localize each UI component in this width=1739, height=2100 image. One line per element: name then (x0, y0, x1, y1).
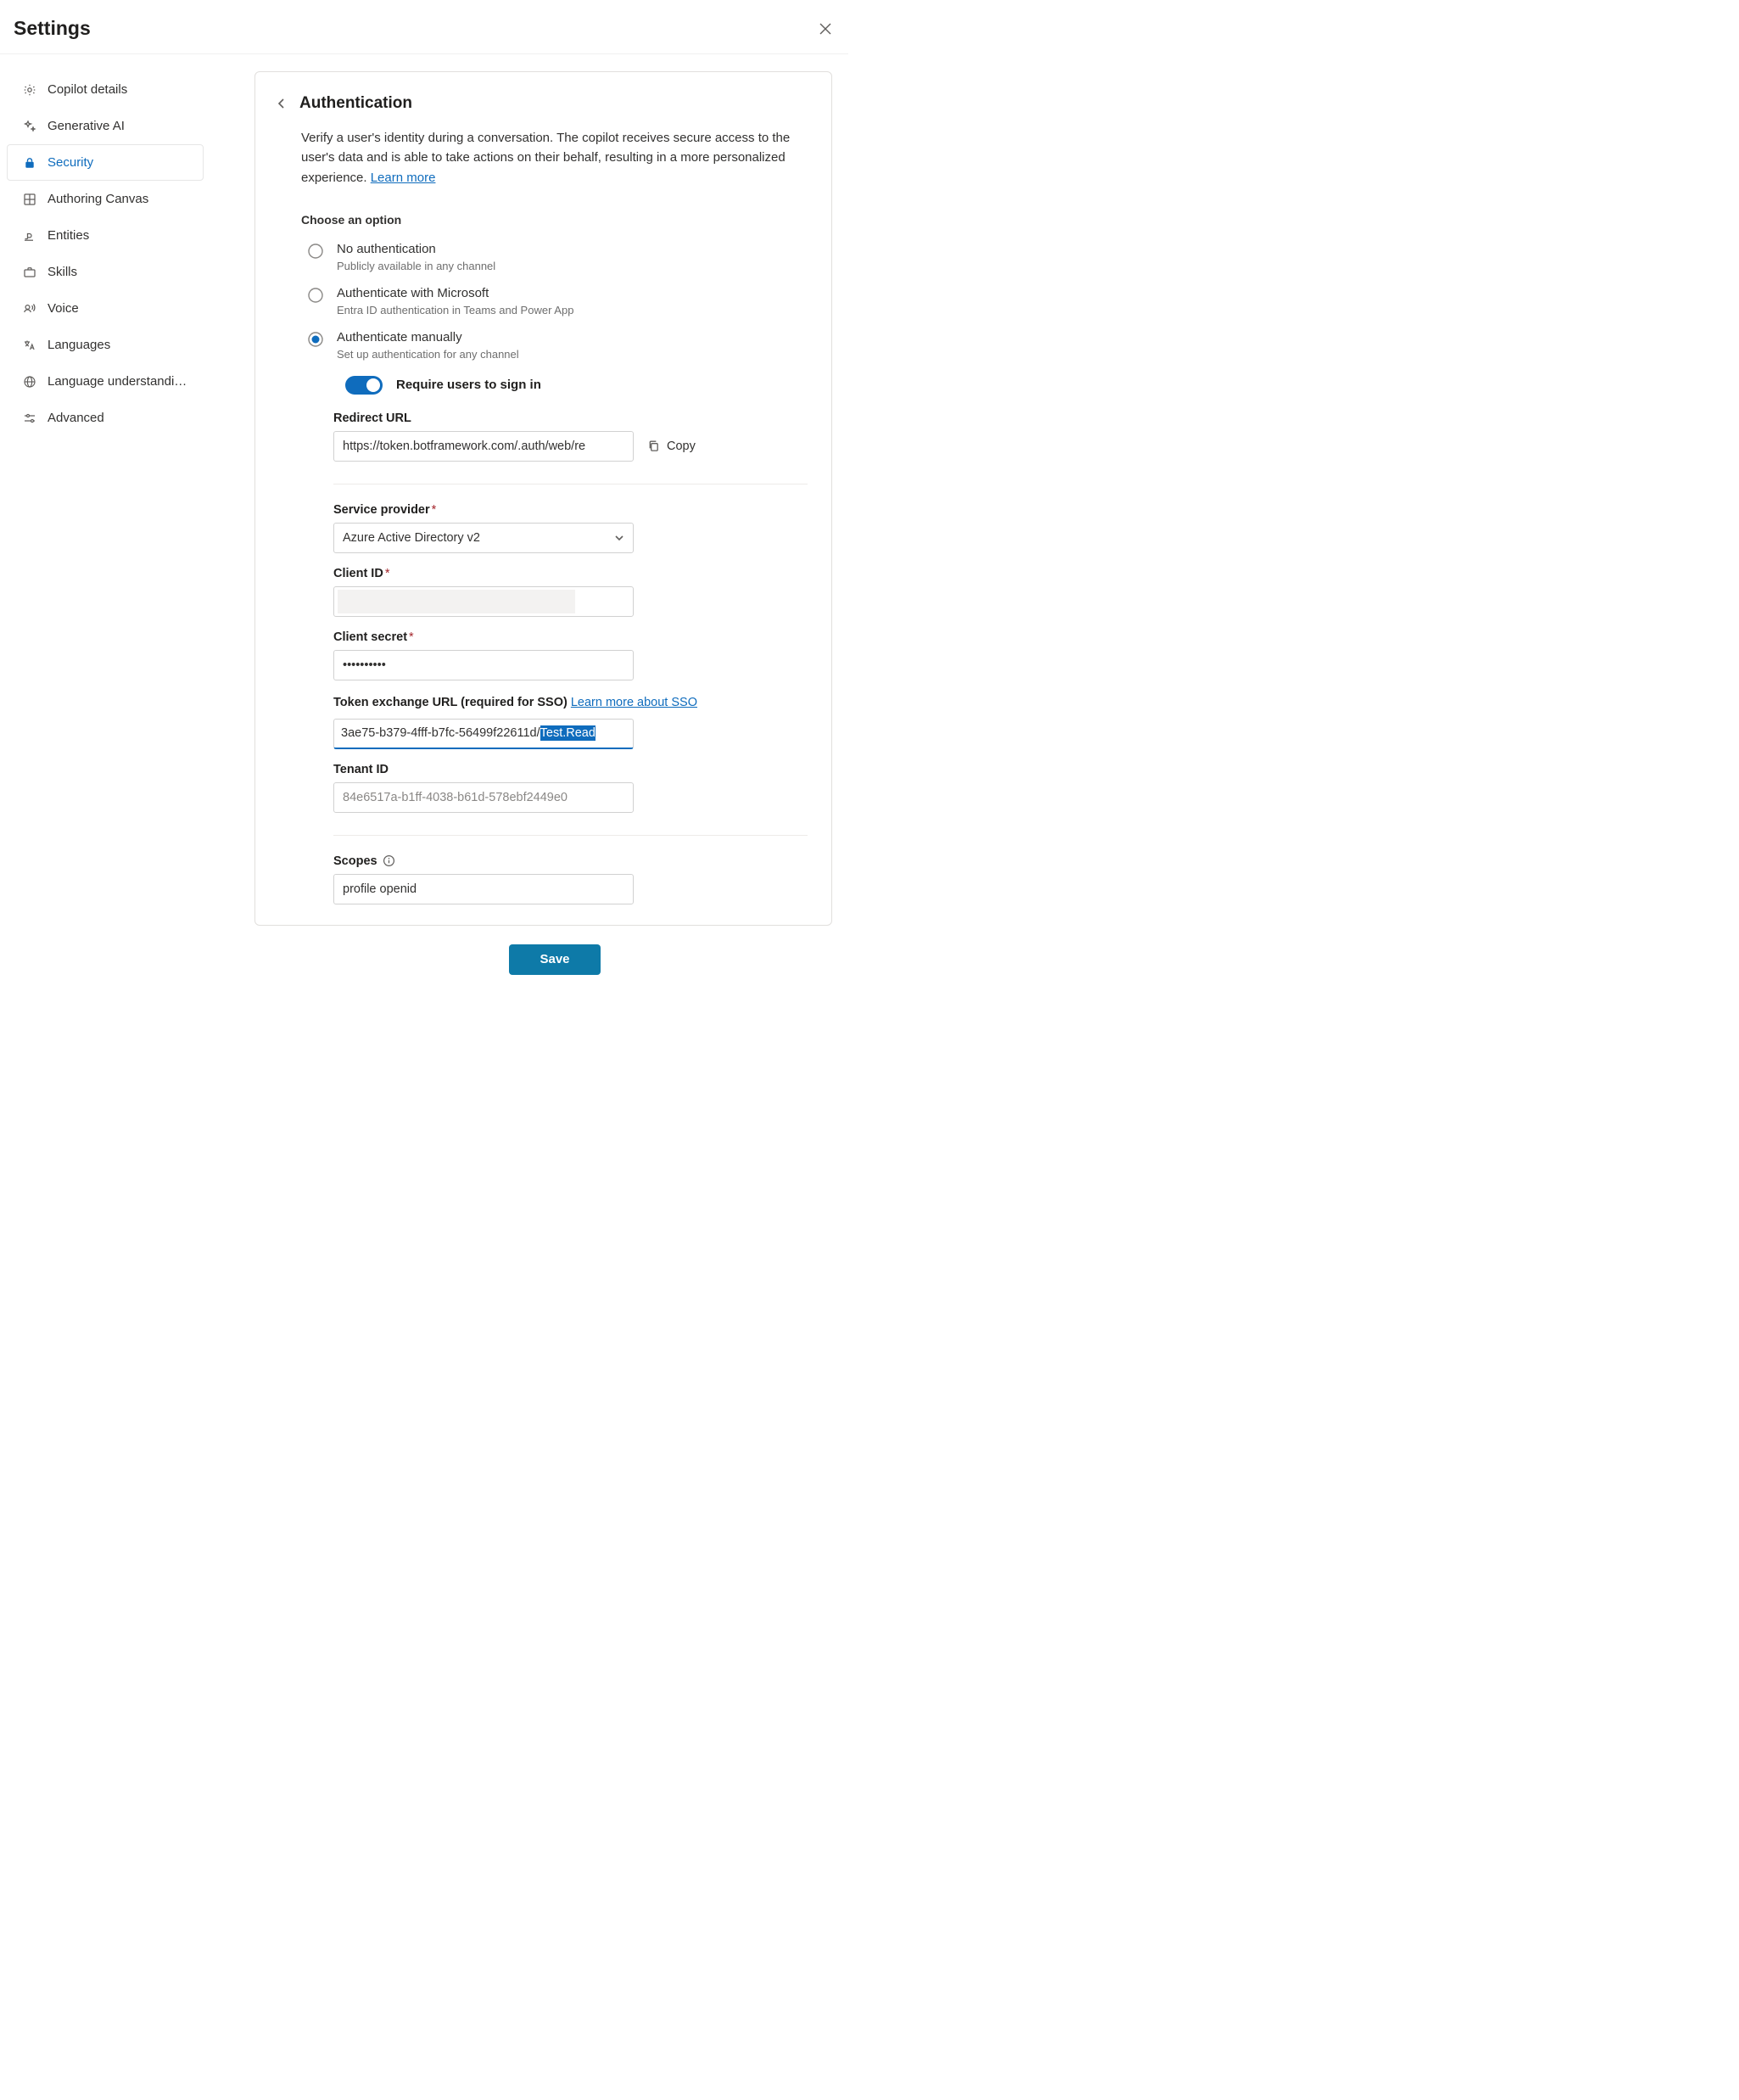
entities-icon (23, 229, 36, 243)
token-exchange-value-prefix: 3ae75-b379-4fff-b7fc-56499f22611d/ (341, 726, 540, 740)
sidebar-item-entities[interactable]: Entities (7, 217, 204, 254)
sidebar-item-label: Security (48, 155, 93, 170)
sidebar-item-generative-ai[interactable]: Generative AI (7, 108, 204, 144)
save-button[interactable]: Save (509, 944, 601, 975)
radio-label: Authenticate manually (337, 330, 519, 344)
sidebar-item-label: Languages (48, 338, 110, 352)
radio-unchecked-icon (308, 288, 323, 303)
copy-label: Copy (667, 440, 696, 453)
settings-sidebar: Copilot details Generative AI Secur (7, 71, 204, 436)
sidebar-item-label: Copilot details (48, 82, 127, 97)
sidebar-item-advanced[interactable]: Advanced (7, 400, 204, 436)
token-exchange-input[interactable]: 3ae75-b379-4fff-b7fc-56499f22611d/Test.R… (333, 719, 634, 749)
token-exchange-label: Token exchange URL (required for SSO) Le… (333, 694, 808, 713)
radio-no-authentication[interactable]: No authentication Publicly available in … (301, 233, 808, 277)
languages-icon (23, 339, 36, 352)
sidebar-item-authoring-canvas[interactable]: Authoring Canvas (7, 181, 204, 217)
sidebar-item-label: Skills (48, 265, 77, 279)
require-signin-toggle[interactable] (345, 376, 383, 395)
scopes-input[interactable] (333, 874, 634, 904)
panel-title: Authentication (299, 94, 412, 113)
service-provider-label: Service provider* (333, 503, 808, 517)
radio-label: Authenticate with Microsoft (337, 286, 573, 300)
close-icon[interactable] (819, 23, 831, 35)
client-id-label: Client ID* (333, 567, 808, 580)
info-icon[interactable] (383, 854, 395, 867)
require-signin-label: Require users to sign in (396, 378, 541, 392)
sidebar-item-label: Authoring Canvas (48, 192, 148, 206)
select-value: Azure Active Directory v2 (343, 531, 480, 545)
sidebar-item-skills[interactable]: Skills (7, 254, 204, 290)
redirect-url-input[interactable] (333, 431, 634, 462)
radio-sublabel: Entra ID authentication in Teams and Pow… (337, 304, 573, 316)
grid-icon (23, 193, 36, 206)
chevron-down-icon (614, 533, 624, 543)
client-secret-label: Client secret* (333, 630, 808, 644)
client-id-input[interactable] (333, 586, 634, 617)
sidebar-item-label: Entities (48, 228, 89, 243)
client-secret-input[interactable] (333, 650, 634, 680)
copy-icon (647, 440, 660, 452)
service-provider-select[interactable]: Azure Active Directory v2 (333, 523, 634, 553)
radio-label: No authentication (337, 242, 495, 256)
radio-authenticate-microsoft[interactable]: Authenticate with Microsoft Entra ID aut… (301, 277, 808, 322)
sliders-icon (23, 412, 36, 425)
choose-option-label: Choose an option (301, 213, 808, 227)
radio-unchecked-icon (308, 244, 323, 259)
sparkle-icon (23, 120, 36, 133)
lock-icon (23, 156, 36, 170)
learn-more-sso-link[interactable]: Learn more about SSO (571, 696, 697, 709)
sidebar-item-copilot-details[interactable]: Copilot details (7, 71, 204, 108)
radio-checked-icon (308, 332, 323, 347)
sidebar-item-label: Generative AI (48, 119, 125, 133)
client-id-masked-value (338, 590, 575, 613)
page-title: Settings (14, 17, 91, 40)
sidebar-item-voice[interactable]: Voice (7, 290, 204, 327)
scopes-label: Scopes (333, 854, 808, 868)
tenant-id-label: Tenant ID (333, 763, 808, 776)
globe-icon (23, 375, 36, 389)
learn-more-link[interactable]: Learn more (371, 171, 436, 185)
panel-description: Verify a user's identity during a conver… (301, 128, 808, 188)
authentication-panel: Authentication Verify a user's identity … (254, 71, 832, 926)
redirect-url-label: Redirect URL (333, 412, 808, 425)
radio-authenticate-manually[interactable]: Authenticate manually Set up authenticat… (301, 322, 808, 366)
sidebar-item-label: Voice (48, 301, 79, 316)
radio-sublabel: Set up authentication for any channel (337, 348, 519, 361)
sidebar-item-label: Language understandi… (48, 374, 187, 389)
copy-button[interactable]: Copy (647, 440, 696, 453)
sidebar-item-languages[interactable]: Languages (7, 327, 204, 363)
radio-sublabel: Publicly available in any channel (337, 260, 495, 272)
gear-icon (23, 83, 36, 97)
back-icon[interactable] (276, 98, 288, 109)
voice-icon (23, 302, 36, 316)
sidebar-item-security[interactable]: Security (7, 144, 204, 181)
sidebar-item-label: Advanced (48, 411, 104, 425)
tenant-id-input[interactable] (333, 782, 634, 813)
sidebar-item-language-understanding[interactable]: Language understandi… (7, 363, 204, 400)
token-exchange-value-selection: Test.Read (540, 725, 596, 741)
briefcase-icon (23, 266, 36, 279)
